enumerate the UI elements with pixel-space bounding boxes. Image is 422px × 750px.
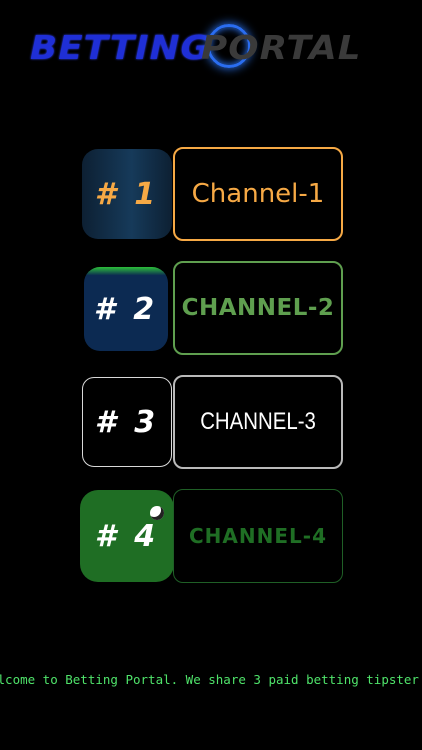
logo-text-betting: BETTING xyxy=(30,27,211,67)
channel-row-2: # 2 CHANNEL-2 xyxy=(80,261,344,355)
channel-3-badge-number: # 3 xyxy=(94,404,160,440)
channel-2-badge-number: # 2 xyxy=(93,291,159,327)
channel-4-badge-number: # 4 xyxy=(94,518,160,554)
channel-3-button[interactable]: CHANNEL-3 xyxy=(173,375,343,469)
ticker-text: elcome to Betting Portal. We share 3 pai… xyxy=(0,672,422,687)
channel-1-badge[interactable]: # 1 xyxy=(82,149,172,239)
channel-4-button[interactable]: CHANNEL-4 xyxy=(173,489,343,583)
channel-row-1: # 1 Channel-1 xyxy=(80,147,344,241)
channel-row-4: # 4 CHANNEL-4 xyxy=(80,489,344,583)
channel-3-label: CHANNEL-3 xyxy=(200,408,316,435)
channel-2-label: CHANNEL-2 xyxy=(181,295,335,321)
channel-2-button[interactable]: CHANNEL-2 xyxy=(173,261,343,355)
logo-text-portal: PORTAL xyxy=(201,27,363,67)
football-icon xyxy=(150,506,164,520)
channel-1-label: Channel-1 xyxy=(191,179,325,209)
channel-4-label: CHANNEL-4 xyxy=(189,524,327,548)
welcome-ticker: elcome to Betting Portal. We share 3 pai… xyxy=(0,668,422,692)
channel-1-button[interactable]: Channel-1 xyxy=(173,147,343,241)
app-logo: BETTING PORTAL xyxy=(30,22,390,72)
channel-row-3: # 3 CHANNEL-3 xyxy=(80,375,344,469)
channel-4-badge[interactable]: # 4 xyxy=(80,490,174,582)
channel-1-badge-number: # 1 xyxy=(94,176,160,212)
channel-2-badge[interactable]: # 2 xyxy=(84,267,168,351)
channel-3-badge[interactable]: # 3 xyxy=(82,377,172,467)
